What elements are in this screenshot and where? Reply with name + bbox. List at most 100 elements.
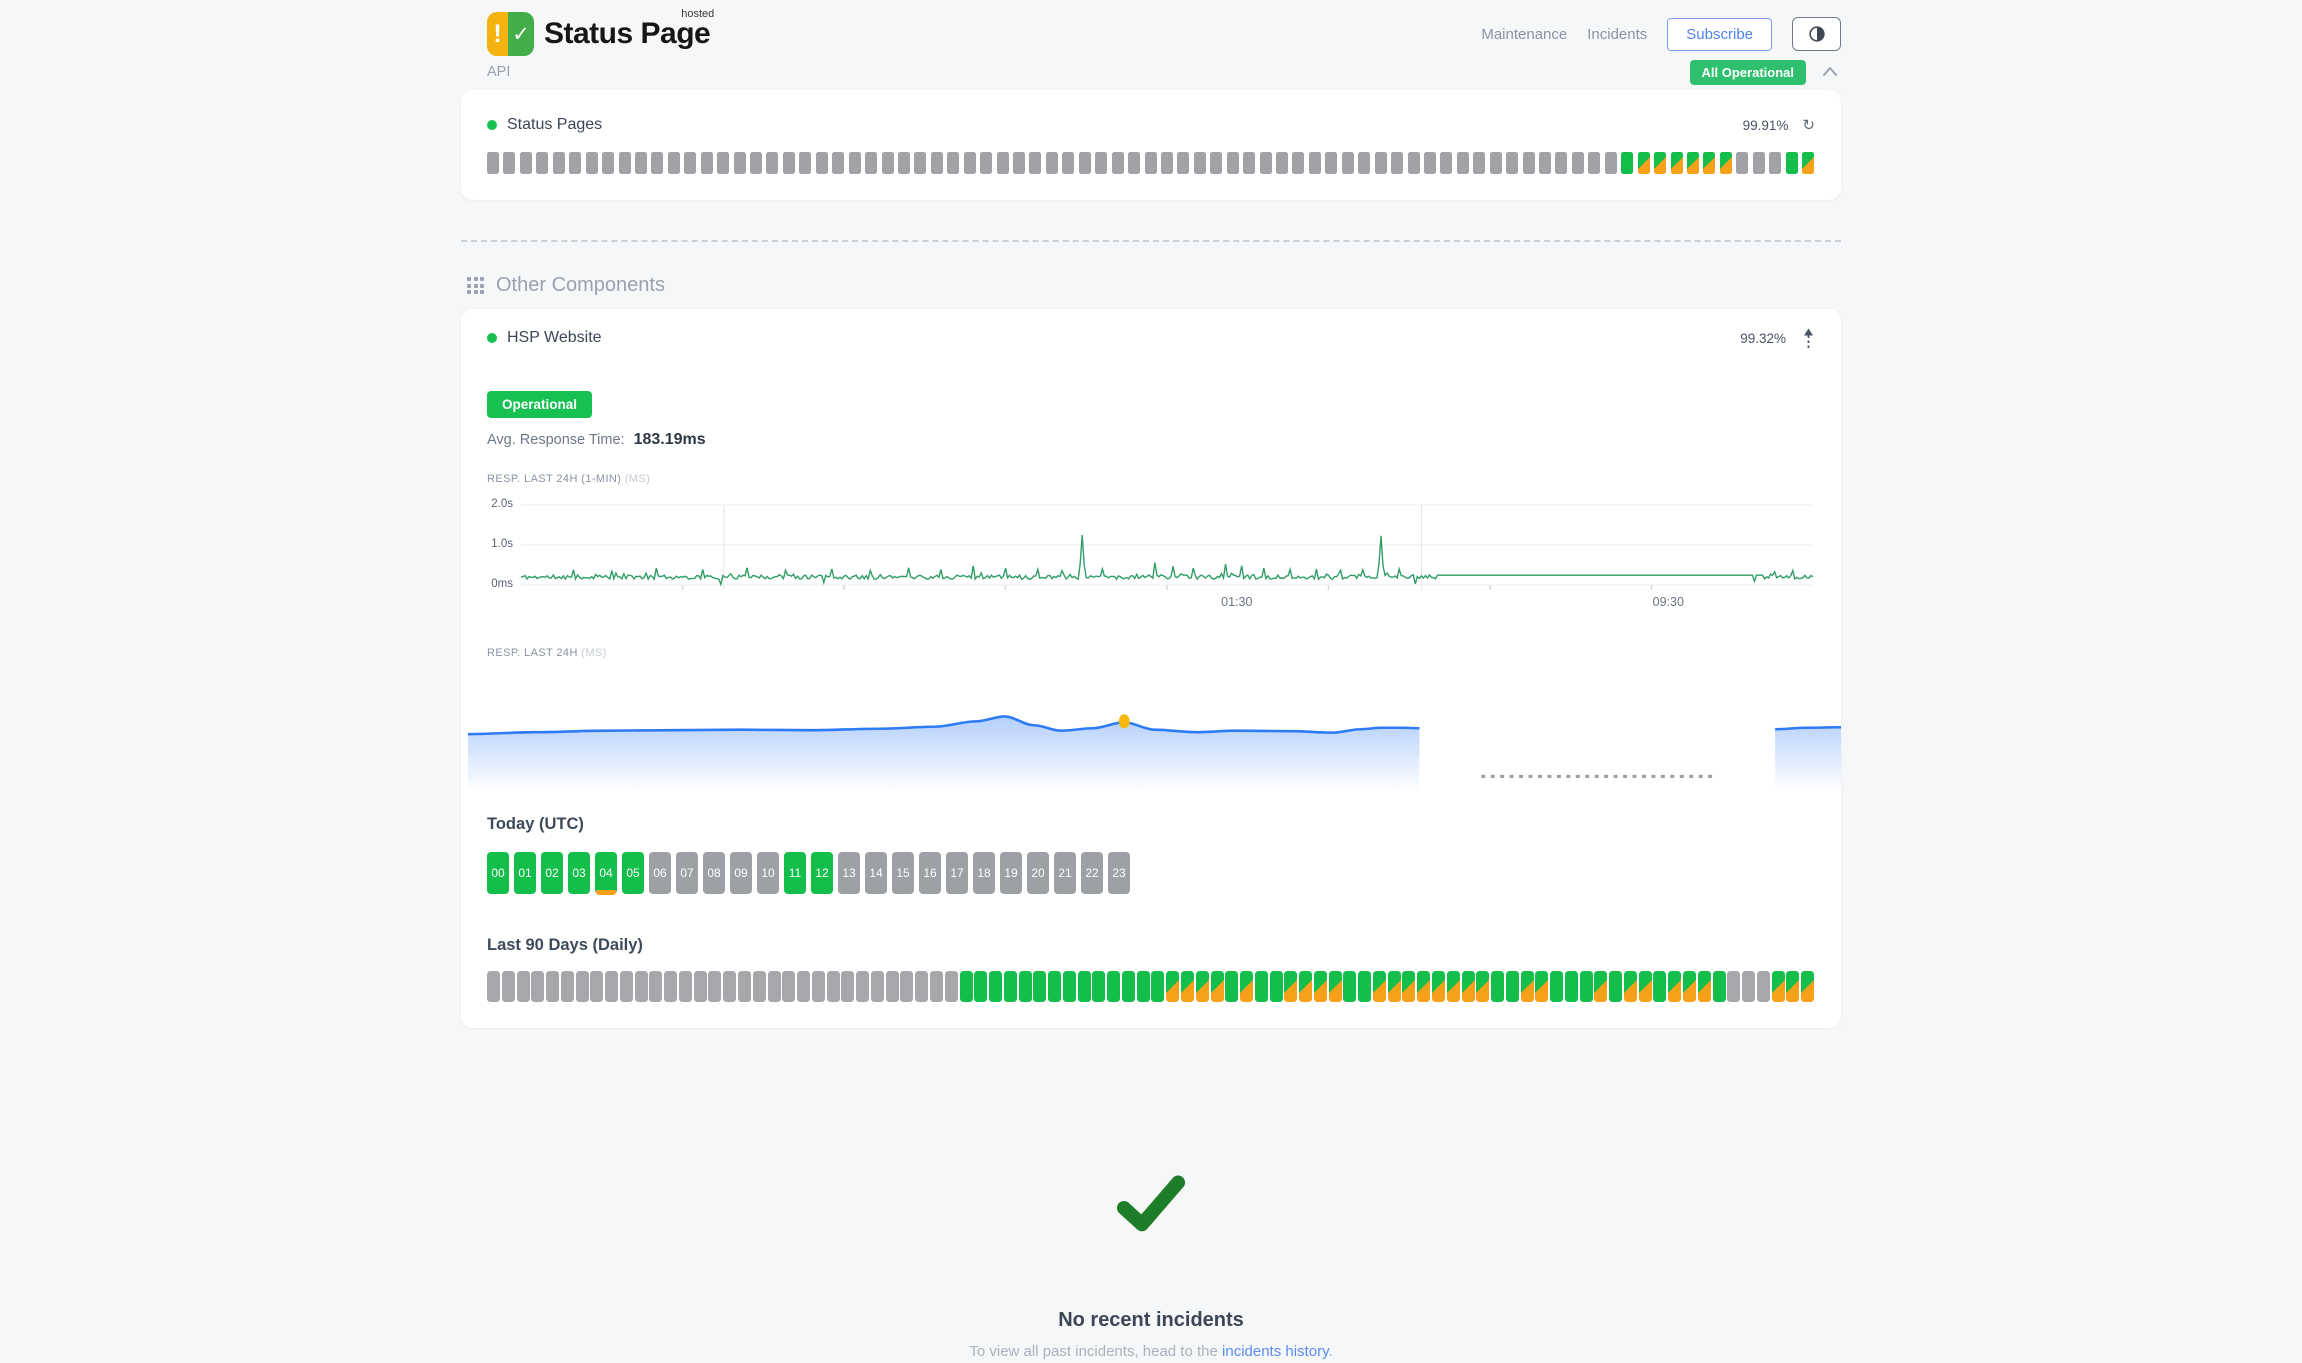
- day-block[interactable]: [900, 971, 913, 1002]
- day-block[interactable]: [1196, 971, 1209, 1002]
- day-block[interactable]: [487, 971, 500, 1002]
- hour-block[interactable]: 03: [568, 852, 590, 894]
- day-block[interactable]: [1624, 971, 1637, 1002]
- uptime-bar[interactable]: [1309, 152, 1321, 174]
- day-block[interactable]: [1151, 971, 1164, 1002]
- day-block[interactable]: [1181, 971, 1194, 1002]
- uptime-bar[interactable]: [1292, 152, 1304, 174]
- uptime-bar[interactable]: [1654, 152, 1666, 174]
- hour-block[interactable]: 16: [919, 852, 941, 894]
- uptime-bar[interactable]: [1523, 152, 1535, 174]
- day-block[interactable]: [1358, 971, 1371, 1002]
- uptime-bar[interactable]: [799, 152, 811, 174]
- uptime-bar[interactable]: [1243, 152, 1255, 174]
- day-block[interactable]: [1742, 971, 1755, 1002]
- hour-block[interactable]: 02: [541, 852, 563, 894]
- uptime-bar[interactable]: [816, 152, 828, 174]
- uptime-bar[interactable]: [717, 152, 729, 174]
- day-block[interactable]: [1166, 971, 1179, 1002]
- uptime-bar[interactable]: [536, 152, 548, 174]
- hour-block[interactable]: 12: [811, 852, 833, 894]
- day-block[interactable]: [1063, 971, 1076, 1002]
- uptime-bar[interactable]: [1786, 152, 1798, 174]
- hour-block[interactable]: 17: [946, 852, 968, 894]
- day-block[interactable]: [1211, 971, 1224, 1002]
- uptime-bar[interactable]: [1424, 152, 1436, 174]
- uptime-bar[interactable]: [865, 152, 877, 174]
- uptime-bar[interactable]: [849, 152, 861, 174]
- subscribe-button[interactable]: Subscribe: [1667, 18, 1772, 51]
- response-time-chart-1min[interactable]: 2.0s1.0s0ms 01:3009:30: [487, 493, 1815, 623]
- uptime-bar[interactable]: [750, 152, 762, 174]
- uptime-bar[interactable]: [1572, 152, 1584, 174]
- day-block[interactable]: [531, 971, 544, 1002]
- uptime-bar[interactable]: [734, 152, 746, 174]
- day-block[interactable]: [1092, 971, 1105, 1002]
- uptime-bar[interactable]: [520, 152, 532, 174]
- day-block[interactable]: [1727, 971, 1740, 1002]
- day-block[interactable]: [1594, 971, 1607, 1002]
- day-block[interactable]: [1402, 971, 1415, 1002]
- hour-block[interactable]: 01: [514, 852, 536, 894]
- uptime-bar[interactable]: [602, 152, 614, 174]
- hour-block[interactable]: 04: [595, 852, 617, 894]
- uptime-bar[interactable]: [1506, 152, 1518, 174]
- uptime-bar[interactable]: [1342, 152, 1354, 174]
- hour-block[interactable]: 19: [1000, 852, 1022, 894]
- day-block[interactable]: [1314, 971, 1327, 1002]
- day-block[interactable]: [812, 971, 825, 1002]
- uptime-bar[interactable]: [1539, 152, 1551, 174]
- uptime-bar[interactable]: [997, 152, 1009, 174]
- day-block[interactable]: [1388, 971, 1401, 1002]
- uptime-bar[interactable]: [1046, 152, 1058, 174]
- chevron-up-icon[interactable]: [1819, 61, 1841, 83]
- day-block[interactable]: [561, 971, 574, 1002]
- day-block[interactable]: [1004, 971, 1017, 1002]
- incidents-history-link[interactable]: incidents history: [1222, 1343, 1328, 1360]
- day-block[interactable]: [1122, 971, 1135, 1002]
- hour-block[interactable]: 23: [1108, 852, 1130, 894]
- day-block[interactable]: [1033, 971, 1046, 1002]
- day-block[interactable]: [605, 971, 618, 1002]
- day-block[interactable]: [1417, 971, 1430, 1002]
- day-block[interactable]: [1107, 971, 1120, 1002]
- hour-block[interactable]: 15: [892, 852, 914, 894]
- uptime-bar[interactable]: [1638, 152, 1650, 174]
- day-block[interactable]: [1299, 971, 1312, 1002]
- day-block[interactable]: [1240, 971, 1253, 1002]
- uptime-bar[interactable]: [964, 152, 976, 174]
- day-block[interactable]: [620, 971, 633, 1002]
- uptime-bar[interactable]: [1177, 152, 1189, 174]
- component-row-status-pages[interactable]: Status Pages 99.91% ↻: [487, 114, 1815, 136]
- uptime-bar[interactable]: [1753, 152, 1765, 174]
- day-block[interactable]: [1284, 971, 1297, 1002]
- day-block[interactable]: [1373, 971, 1386, 1002]
- day-block[interactable]: [1801, 971, 1814, 1002]
- hour-block[interactable]: 13: [838, 852, 860, 894]
- day-block[interactable]: [1137, 971, 1150, 1002]
- day-block[interactable]: [1521, 971, 1534, 1002]
- chart-marker-dot[interactable]: [1119, 714, 1130, 728]
- uptime-bar[interactable]: [1325, 152, 1337, 174]
- day-block[interactable]: [1255, 971, 1268, 1002]
- hour-block[interactable]: 06: [649, 852, 671, 894]
- uptime-bar[interactable]: [1671, 152, 1683, 174]
- day-block[interactable]: [841, 971, 854, 1002]
- day-block[interactable]: [1653, 971, 1666, 1002]
- hour-block[interactable]: 07: [676, 852, 698, 894]
- uptime-bar[interactable]: [882, 152, 894, 174]
- uptime-bar[interactable]: [1687, 152, 1699, 174]
- day-block[interactable]: [989, 971, 1002, 1002]
- uptime-bar[interactable]: [898, 152, 910, 174]
- uptime-bar[interactable]: [1720, 152, 1732, 174]
- hour-block[interactable]: 09: [730, 852, 752, 894]
- all-operational-badge[interactable]: All Operational: [1690, 60, 1806, 85]
- uptime-bar[interactable]: [931, 152, 943, 174]
- day-block[interactable]: [635, 971, 648, 1002]
- day-block[interactable]: [517, 971, 530, 1002]
- hour-block[interactable]: 14: [865, 852, 887, 894]
- uptime-bar[interactable]: [651, 152, 663, 174]
- uptime-bar[interactable]: [1145, 152, 1157, 174]
- hour-block[interactable]: 20: [1027, 852, 1049, 894]
- uptime-bar[interactable]: [1703, 152, 1715, 174]
